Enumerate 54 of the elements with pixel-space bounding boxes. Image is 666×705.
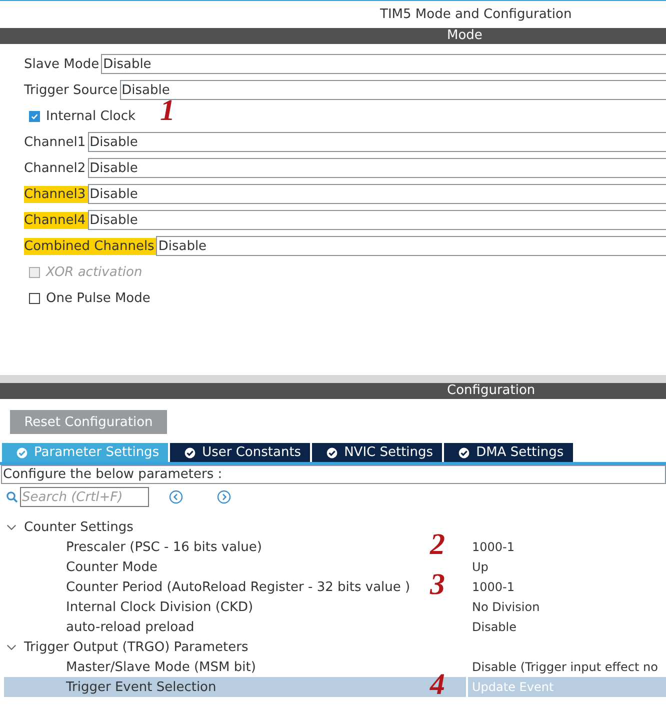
parameter-label: Internal Clock Division (CKD) bbox=[66, 600, 254, 614]
checkbox[interactable] bbox=[29, 292, 40, 304]
previous-icon[interactable] bbox=[169, 490, 183, 504]
tree-row[interactable]: Internal Clock Division (CKD) No Division bbox=[4, 597, 666, 617]
parameter-value: Disable (Trigger input effect no bbox=[471, 660, 658, 674]
parameter-label: auto-reload preload bbox=[66, 620, 194, 634]
annotation-mark: 3 bbox=[430, 570, 445, 600]
checkbox[interactable] bbox=[29, 110, 40, 122]
select-field[interactable]: Disable bbox=[120, 80, 666, 100]
parameter-value: Update Event bbox=[466, 677, 666, 697]
group-label: Trigger Output (TRGO) Parameters bbox=[24, 640, 248, 654]
section-heading: Mode bbox=[447, 28, 482, 44]
select-field[interactable]: Disable bbox=[88, 132, 666, 152]
section-heading: Configuration bbox=[447, 383, 536, 399]
tab[interactable]: NVIC Settings bbox=[312, 443, 442, 462]
parameter-label: Master/Slave Mode (MSM bit) bbox=[66, 660, 256, 674]
check-circle-icon bbox=[458, 446, 470, 458]
field-label: Channel3 bbox=[24, 186, 88, 202]
tree-row[interactable]: auto-reload preload Disable bbox=[4, 617, 666, 637]
check-circle-icon bbox=[184, 446, 196, 458]
field-label: Combined Channels bbox=[24, 238, 156, 254]
tab[interactable]: User Constants bbox=[170, 443, 310, 462]
parameter-label: Counter Mode bbox=[66, 560, 158, 574]
parameter-value: Up bbox=[471, 560, 488, 574]
parameter-label: Counter Period (AutoReload Register - 32 bits value ) bbox=[66, 580, 410, 594]
check-circle-icon bbox=[16, 446, 28, 458]
next-icon[interactable] bbox=[217, 490, 231, 504]
field-label: Slave Mode bbox=[24, 56, 100, 72]
search-field[interactable]: Search (Crtl+F) bbox=[20, 487, 149, 507]
tab[interactable]: DMA Settings bbox=[444, 443, 573, 462]
parameter-label: Prescaler (PSC - 16 bits value) bbox=[66, 540, 262, 554]
select-field[interactable]: Disable bbox=[156, 236, 666, 256]
select-field[interactable]: Disable bbox=[88, 184, 666, 204]
instruction-text: Configure the below parameters : bbox=[1, 465, 666, 484]
group-label: Counter Settings bbox=[24, 520, 134, 534]
field-label: Channel1 bbox=[24, 134, 87, 150]
select-field[interactable]: Disable bbox=[88, 158, 666, 178]
select-field[interactable]: Disable bbox=[101, 54, 666, 74]
select-field[interactable]: Disable bbox=[88, 210, 666, 230]
checkbox-label: One Pulse Mode bbox=[46, 290, 150, 306]
search-icon bbox=[6, 491, 18, 503]
field-label: Channel2 bbox=[24, 160, 87, 176]
parameter-value: Disable bbox=[471, 620, 517, 634]
check-circle-icon bbox=[326, 446, 338, 458]
parameter-value: No Division bbox=[471, 600, 540, 614]
parameter-value: 1000-1 bbox=[471, 540, 515, 554]
parameter-value: 1000-1 bbox=[471, 580, 515, 594]
field-label: Trigger Source bbox=[24, 82, 119, 98]
checkbox-label: XOR activation bbox=[46, 264, 142, 280]
parameter-label: Trigger Event Selection bbox=[66, 680, 216, 694]
field-label: Channel4 bbox=[24, 212, 88, 228]
window-title: TIM5 Mode and Configuration bbox=[379, 6, 573, 24]
annotation-mark: 2 bbox=[430, 530, 445, 560]
checkbox-label: Internal Clock bbox=[46, 108, 136, 124]
